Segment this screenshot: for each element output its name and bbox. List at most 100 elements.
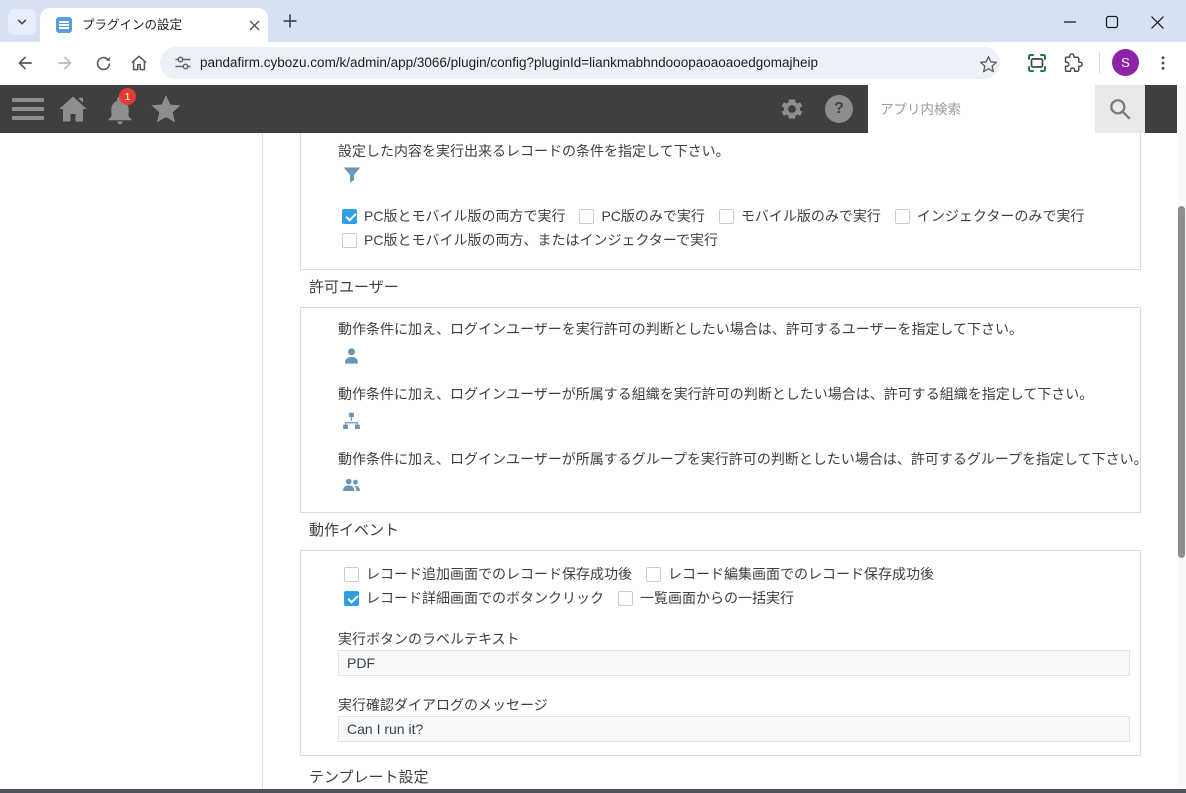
scrollbar-thumb[interactable] [1178, 206, 1185, 558]
checkbox[interactable] [719, 209, 734, 224]
tab-search-button[interactable] [8, 9, 36, 35]
run-condition-section: 設定した内容を実行出来るレコードの条件を指定して下さい。 PC版とモバイル版の両… [300, 133, 1141, 270]
checkbox-label: レコード編集画面でのレコード保存成功後 [668, 564, 934, 584]
event-checkbox-row: レコード追加画面でのレコード保存成功後 レコード編集画面でのレコード保存成功後 [344, 565, 934, 583]
checkbox-label: レコード追加画面でのレコード保存成功後 [366, 564, 632, 584]
filter-icon[interactable] [342, 165, 362, 185]
reload-button[interactable] [92, 52, 114, 74]
checkbox-label: PC版のみで実行 [601, 206, 704, 226]
checkbox[interactable] [342, 209, 357, 224]
url-bar[interactable]: pandafirm.cybozu.com/k/admin/app/3066/pl… [160, 47, 1000, 79]
checkbox-option-list-bulk-run[interactable]: 一覧画面からの一括実行 [618, 588, 794, 608]
window-maximize-button[interactable] [1096, 10, 1128, 34]
checkbox[interactable] [344, 567, 359, 582]
checkbox-option-injector-only[interactable]: インジェクターのみで実行 [895, 206, 1084, 226]
event-checkbox-row: レコード詳細画面でのボタンクリック 一覧画面からの一括実行 [344, 589, 794, 607]
app-menu-button[interactable] [12, 98, 44, 120]
forward-icon [55, 53, 75, 73]
checkbox[interactable] [618, 591, 633, 606]
url-text: pandafirm.cybozu.com/k/admin/app/3066/pl… [200, 47, 818, 79]
profile-avatar[interactable]: S [1112, 49, 1139, 76]
bookmark-button[interactable] [977, 53, 999, 75]
app-home-button[interactable] [58, 95, 88, 123]
notification-badge: 1 [119, 88, 136, 105]
run-button-label-input[interactable] [338, 650, 1130, 676]
help-button[interactable] [825, 95, 853, 123]
app-settings-button[interactable] [779, 96, 805, 122]
new-tab-icon [282, 13, 298, 29]
template-settings-heading: テンプレート設定 [309, 766, 429, 787]
kebab-menu-icon [1154, 54, 1172, 72]
browser-tab[interactable]: プラグインの設定 [40, 8, 268, 42]
checkbox[interactable] [579, 209, 594, 224]
checkbox-option-detail-button-click[interactable]: レコード詳細画面でのボタンクリック [344, 588, 604, 608]
tab-capture-icon [1026, 52, 1048, 74]
allowed-group-description: 動作条件に加え、ログインユーザーが所属するグループを実行許可の判断としたい場合は… [338, 449, 1148, 469]
maximize-icon [1105, 15, 1119, 29]
checkbox-option-record-add-saved[interactable]: レコード追加画面でのレコード保存成功後 [344, 564, 632, 584]
user-icon[interactable] [342, 347, 361, 366]
minimize-icon [1063, 15, 1077, 29]
browser-home-button[interactable] [128, 52, 150, 74]
app-header: 1 [0, 85, 1177, 133]
checkbox-option-mobile-only[interactable]: モバイル版のみで実行 [719, 206, 881, 226]
organization-icon[interactable] [342, 412, 361, 431]
scrollbar-track[interactable] [1177, 85, 1186, 790]
checkbox-label: 一覧画面からの一括実行 [640, 588, 794, 608]
tab-close-button[interactable] [246, 17, 262, 33]
close-icon [1151, 16, 1164, 29]
allowed-users-heading: 許可ユーザー [309, 276, 399, 297]
checkbox[interactable] [342, 233, 357, 248]
app-home-icon [58, 95, 88, 123]
allowed-org-description: 動作条件に加え、ログインユーザーが所属する組織を実行許可の判断としたい場合は、許… [338, 384, 1093, 404]
sidebar-divider [262, 133, 263, 789]
run-mode-checkbox-row: PC版とモバイル版の両方、またはインジェクターで実行 [342, 231, 718, 249]
checkbox[interactable] [895, 209, 910, 224]
close-icon [249, 20, 260, 31]
checkbox-option-record-edit-saved[interactable]: レコード編集画面でのレコード保存成功後 [646, 564, 934, 584]
checkbox-option-pc-only[interactable]: PC版のみで実行 [579, 206, 704, 226]
new-tab-button[interactable] [281, 12, 299, 30]
extensions-button[interactable] [1062, 52, 1084, 74]
back-button[interactable] [14, 52, 36, 74]
browser-toolbar: pandafirm.cybozu.com/k/admin/app/3066/pl… [0, 42, 1186, 85]
checkbox-label: インジェクターのみで実行 [917, 206, 1084, 226]
allowed-users-section: 動作条件に加え、ログインユーザーを実行許可の判断としたい場合は、許可するユーザー… [300, 307, 1141, 513]
confirm-dialog-message-input[interactable] [338, 716, 1130, 742]
tab-capture-button[interactable] [1026, 52, 1048, 74]
checkbox-option-both-or-injector[interactable]: PC版とモバイル版の両方、またはインジェクターで実行 [342, 230, 718, 250]
checkbox-label: レコード詳細画面でのボタンクリック [366, 588, 604, 608]
checkbox[interactable] [344, 591, 359, 606]
checkbox-label: PC版とモバイル版の両方、またはインジェクターで実行 [364, 230, 718, 250]
forward-button[interactable] [54, 52, 76, 74]
checkbox-option-pc-and-mobile[interactable]: PC版とモバイル版の両方で実行 [342, 206, 565, 226]
tab-title: プラグインの設定 [82, 8, 182, 42]
window-bottom-edge [0, 789, 1186, 793]
browser-menu-button[interactable] [1152, 52, 1174, 74]
favorites-button[interactable] [150, 95, 182, 124]
home-icon [129, 53, 149, 73]
reload-icon [94, 54, 113, 73]
confirm-dialog-message-field-label: 実行確認ダイアログのメッセージ [338, 695, 548, 715]
tab-list-favicon [56, 17, 72, 33]
site-info-icon[interactable] [174, 54, 192, 72]
bookmark-star-icon [979, 55, 998, 74]
group-icon[interactable] [342, 476, 361, 495]
app-search-button[interactable] [1095, 85, 1145, 133]
allowed-user-description: 動作条件に加え、ログインユーザーを実行許可の判断としたい場合は、許可するユーザー… [338, 319, 1023, 339]
search-icon [1107, 96, 1133, 122]
action-events-heading: 動作イベント [309, 519, 399, 540]
app-search-input[interactable] [868, 85, 1095, 133]
run-condition-description: 設定した内容を実行出来るレコードの条件を指定して下さい。 [338, 141, 730, 161]
toolbar-divider [1099, 52, 1100, 74]
chevron-down-icon [15, 15, 29, 29]
window-close-button[interactable] [1141, 10, 1173, 34]
back-icon [15, 53, 35, 73]
settings-gear-icon [779, 96, 805, 122]
checkbox-label: PC版とモバイル版の両方で実行 [364, 206, 565, 226]
action-events-section: レコード追加画面でのレコード保存成功後 レコード編集画面でのレコード保存成功後 … [300, 550, 1141, 756]
checkbox[interactable] [646, 567, 661, 582]
favorites-star-icon [150, 95, 182, 124]
checkbox-label: モバイル版のみで実行 [741, 206, 881, 226]
window-minimize-button[interactable] [1054, 10, 1086, 34]
